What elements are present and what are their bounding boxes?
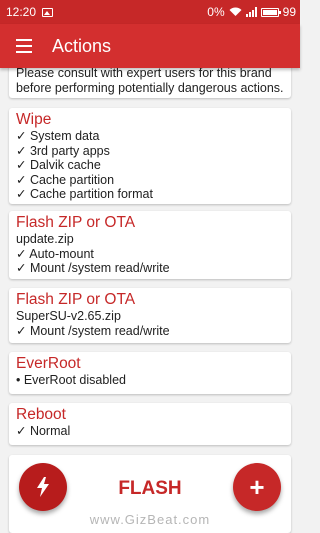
action-card-flash-supersu[interactable]: Flash ZIP or OTA SuperSU-v2.65.zip ✓ Mou… (9, 288, 291, 343)
card-title: EverRoot (16, 355, 81, 372)
action-card-everroot[interactable]: EverRoot • EverRoot disabled (9, 352, 291, 394)
card-title: Flash ZIP or OTA (16, 214, 136, 231)
app-bar: Actions (0, 24, 300, 68)
battery-icon (260, 7, 281, 17)
card-line: ✓ Cache partition format (16, 187, 153, 201)
image-notification-icon (42, 7, 54, 17)
status-bar: 12:20 0% 99 (0, 0, 300, 24)
warning-line: Please consult with expert users for thi… (16, 68, 272, 80)
flash-fab-button[interactable] (19, 463, 67, 511)
card-title: Wipe (16, 111, 52, 128)
battery-level: 99 (282, 5, 296, 19)
card-line: ✓ Cache partition (16, 172, 115, 187)
action-card-reboot[interactable]: Reboot ✓ Normal (9, 403, 291, 445)
action-card-flash-update[interactable]: Flash ZIP or OTA update.zip ✓ Auto-mount… (9, 211, 291, 279)
action-card-wipe[interactable]: Wipe ✓ System data ✓ 3rd party apps ✓ Da… (9, 108, 291, 204)
card-line: ✓ System data (16, 129, 100, 143)
card-line: ✓ Auto-mount (16, 246, 94, 261)
battery-percent: 0% (207, 5, 225, 19)
warning-card: Please consult with expert users for thi… (9, 68, 291, 98)
status-time: 12:20 (6, 5, 37, 19)
card-line: ✓ Dalvik cache (16, 158, 101, 172)
watermark: www.GizBeat.com (89, 512, 211, 527)
add-action-button[interactable]: + (233, 463, 281, 511)
card-line: • EverRoot disabled (16, 373, 126, 387)
page-title: Actions (52, 35, 112, 56)
wifi-icon (229, 7, 242, 16)
status-right-group: 0% 99 (207, 5, 296, 19)
lightning-bolt-icon (37, 477, 49, 497)
card-line: update.zip (16, 232, 74, 246)
card-line: ✓ Normal (16, 424, 71, 438)
hamburger-menu-icon[interactable] (4, 24, 44, 68)
card-title: Reboot (16, 406, 66, 423)
plus-icon: + (249, 471, 265, 502)
card-line: ✓ 3rd party apps (16, 143, 110, 158)
card-title: Flash ZIP or OTA (16, 291, 136, 308)
card-line: ✓ Mount /system read/write (16, 323, 170, 338)
signal-icon (245, 7, 257, 17)
flash-button[interactable]: FLASH (100, 478, 200, 500)
card-line: ✓ Mount /system read/write (16, 261, 170, 275)
warning-line: before performing potentially dangerous … (16, 80, 284, 95)
card-line: SuperSU-v2.65.zip (16, 309, 121, 323)
